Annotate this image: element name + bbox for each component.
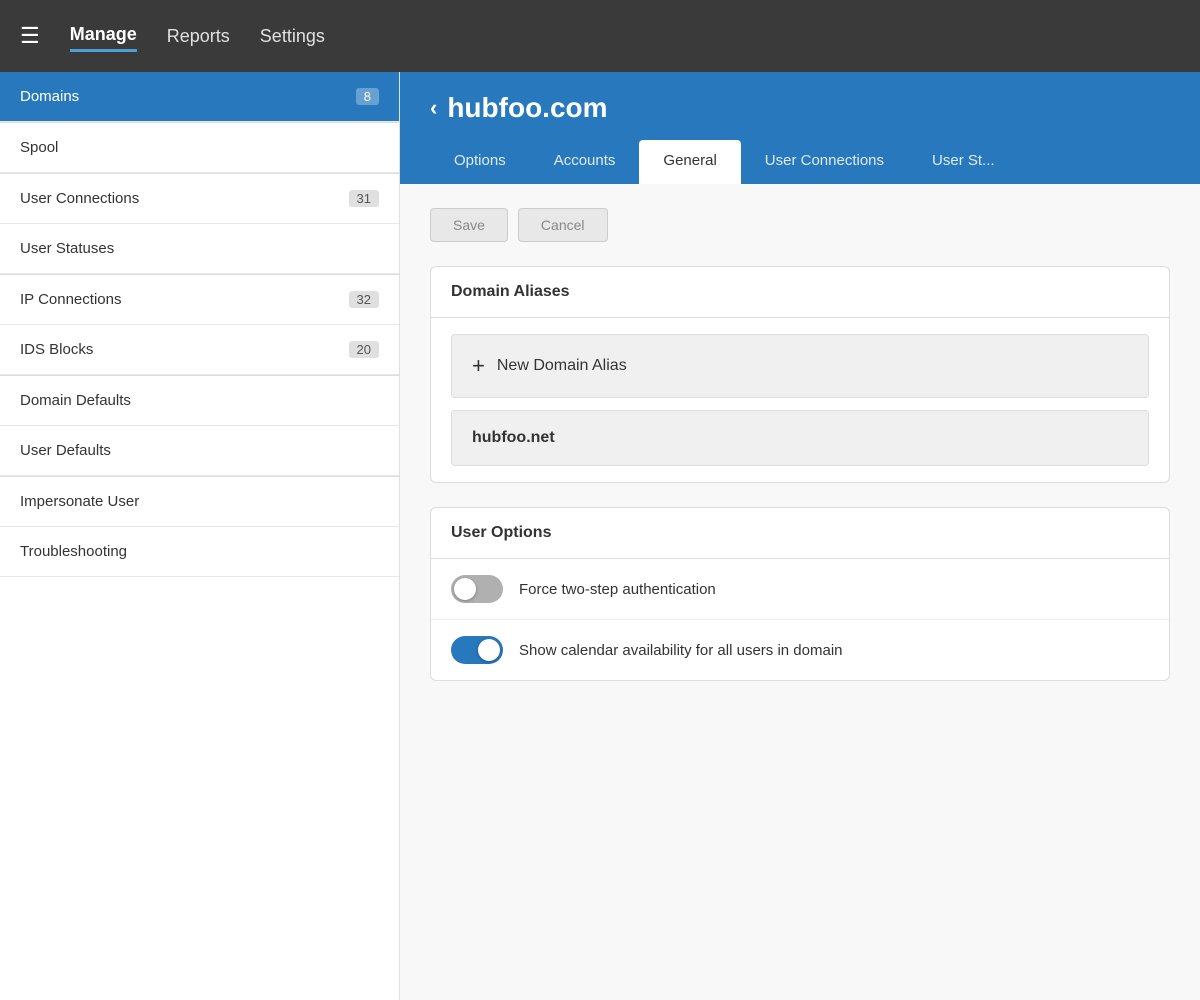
sidebar-item-impersonate[interactable]: Impersonate User xyxy=(0,477,399,527)
domain-aliases-card: Domain Aliases + New Domain Alias hubfoo… xyxy=(430,266,1170,483)
tab-user-connections[interactable]: User Connections xyxy=(741,140,908,184)
tab-user-statuses[interactable]: User St... xyxy=(908,140,1019,184)
main-layout: Domains 8 Spool User Connections 31 User… xyxy=(0,72,1200,1000)
cancel-button[interactable]: Cancel xyxy=(518,208,608,242)
back-icon[interactable]: ‹ xyxy=(430,95,437,121)
sidebar-item-ip-connections[interactable]: IP Connections 32 xyxy=(0,275,399,325)
toggle-two-step[interactable] xyxy=(451,575,503,603)
sidebar-item-label: Domain Defaults xyxy=(20,392,131,409)
sidebar-badge-ids-blocks: 20 xyxy=(349,341,379,358)
sidebar-group-domains: Domains 8 xyxy=(0,72,399,123)
sidebar-group-ip: IP Connections 32 IDS Blocks 20 xyxy=(0,275,399,376)
domain-aliases-body: + New Domain Alias hubfoo.net xyxy=(431,318,1169,482)
option-two-step-label: Force two-step authentication xyxy=(519,581,716,598)
tab-general[interactable]: General xyxy=(639,140,740,184)
sidebar-group-user: User Connections 31 User Statuses xyxy=(0,174,399,275)
sidebar-item-label: Domains xyxy=(20,88,79,105)
add-alias-label: New Domain Alias xyxy=(497,357,627,375)
sidebar-item-user-connections[interactable]: User Connections 31 xyxy=(0,174,399,224)
user-options-title: User Options xyxy=(431,508,1169,559)
sidebar-item-label: IP Connections xyxy=(20,291,121,308)
tab-options[interactable]: Options xyxy=(430,140,530,184)
sidebar-item-label: User Defaults xyxy=(20,442,111,459)
toggle-calendar[interactable] xyxy=(451,636,503,664)
domain-aliases-title: Domain Aliases xyxy=(431,267,1169,318)
sidebar-badge-domains: 8 xyxy=(356,88,379,105)
sidebar-item-domain-defaults[interactable]: Domain Defaults xyxy=(0,376,399,426)
sidebar-item-label: Spool xyxy=(20,139,58,156)
toggle-knob-calendar xyxy=(478,639,500,661)
nav-reports[interactable]: Reports xyxy=(167,22,230,51)
sidebar-item-ids-blocks[interactable]: IDS Blocks 20 xyxy=(0,325,399,375)
option-calendar: Show calendar availability for all users… xyxy=(431,620,1169,680)
sidebar-group-tools: Impersonate User Troubleshooting xyxy=(0,477,399,577)
user-options-body: Force two-step authentication Show calen… xyxy=(431,559,1169,680)
sidebar-badge-user-connections: 31 xyxy=(349,190,379,207)
sidebar-item-user-statuses[interactable]: User Statuses xyxy=(0,224,399,274)
sidebar-item-label: Troubleshooting xyxy=(20,543,127,560)
sidebar-item-spool[interactable]: Spool xyxy=(0,123,399,173)
domain-alias-item[interactable]: hubfoo.net xyxy=(451,410,1149,466)
toggle-track-two-step[interactable] xyxy=(451,575,503,603)
toggle-track-calendar[interactable] xyxy=(451,636,503,664)
option-calendar-label: Show calendar availability for all users… xyxy=(519,642,843,659)
sidebar-item-user-defaults[interactable]: User Defaults xyxy=(0,426,399,476)
hamburger-icon[interactable]: ☰ xyxy=(20,25,40,47)
domain-header: ‹ hubfoo.com Options Accounts General Us… xyxy=(400,72,1200,184)
user-options-card: User Options Force two-step authenticati… xyxy=(430,507,1170,681)
add-domain-alias-button[interactable]: + New Domain Alias xyxy=(451,334,1149,398)
domain-title: ‹ hubfoo.com xyxy=(430,92,1170,124)
toolbar: Save Cancel xyxy=(430,208,1170,242)
sidebar-item-label: User Connections xyxy=(20,190,139,207)
content-area: Save Cancel Domain Aliases + New Domain … xyxy=(400,184,1200,1000)
sidebar-item-label: IDS Blocks xyxy=(20,341,93,358)
nav-manage[interactable]: Manage xyxy=(70,20,137,52)
option-two-step: Force two-step authentication xyxy=(431,559,1169,620)
top-nav: ☰ Manage Reports Settings xyxy=(0,0,1200,72)
tabs: Options Accounts General User Connection… xyxy=(430,140,1170,184)
sidebar-item-domains[interactable]: Domains 8 xyxy=(0,72,399,122)
sidebar-group-defaults: Domain Defaults User Defaults xyxy=(0,376,399,477)
tab-accounts[interactable]: Accounts xyxy=(530,140,640,184)
sidebar-group-spool: Spool xyxy=(0,123,399,174)
nav-settings[interactable]: Settings xyxy=(260,22,325,51)
save-button[interactable]: Save xyxy=(430,208,508,242)
sidebar: Domains 8 Spool User Connections 31 User… xyxy=(0,72,400,1000)
sidebar-item-troubleshooting[interactable]: Troubleshooting xyxy=(0,527,399,577)
sidebar-badge-ip-connections: 32 xyxy=(349,291,379,308)
sidebar-item-label: User Statuses xyxy=(20,240,114,257)
domain-name: hubfoo.com xyxy=(447,92,607,124)
sidebar-item-label: Impersonate User xyxy=(20,493,139,510)
toggle-knob-two-step xyxy=(454,578,476,600)
main-content: ‹ hubfoo.com Options Accounts General Us… xyxy=(400,72,1200,1000)
plus-icon: + xyxy=(472,353,485,379)
